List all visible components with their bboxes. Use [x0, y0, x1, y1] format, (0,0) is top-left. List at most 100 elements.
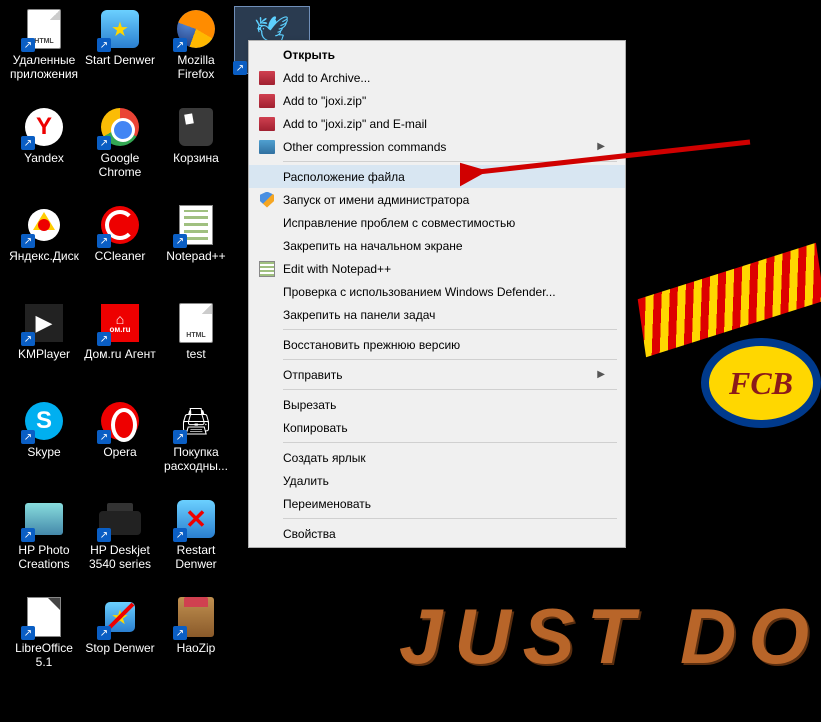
shortcut-overlay-icon: ↗ [21, 332, 35, 346]
app-icon: ↗ [23, 204, 65, 246]
desktop-icon[interactable]: ↗ Mozilla Firefox [158, 6, 234, 92]
menu-item[interactable]: Запуск от имени администратора [249, 188, 625, 211]
shortcut-overlay-icon: ↗ [173, 234, 187, 248]
desktop-icon[interactable]: Y ↗ Yandex [6, 104, 82, 190]
desktop-icon[interactable]: ↗ HP Photo Creations [6, 496, 82, 582]
desktop-icon[interactable]: ↗ Opera [82, 398, 158, 484]
desktop-icon[interactable]: HTML test [158, 300, 234, 386]
menu-item-label: Исправление проблем с совместимостью [283, 216, 605, 230]
app-icon: ↗ [99, 400, 141, 442]
icon-label: Notepad++ [164, 250, 227, 264]
desktop-icon[interactable]: 🖨 ↗ Покупка расходны... [158, 398, 234, 484]
app-icon: ↗ [23, 596, 65, 638]
shortcut-overlay-icon: ↗ [173, 528, 187, 542]
desktop-icon[interactable]: HTML ↗ Удаленные приложения [6, 6, 82, 92]
desktop-icon[interactable]: ↗ CCleaner [82, 202, 158, 288]
app-icon: HTML ↗ [23, 8, 65, 50]
menu-separator [283, 442, 617, 443]
menu-item[interactable]: Восстановить прежнюю версию [249, 333, 625, 356]
badge-stripes [638, 243, 821, 357]
icon-label: Удаленные приложения [6, 54, 82, 82]
app-icon: ↗ [175, 8, 217, 50]
menu-item[interactable]: Edit with Notepad++ [249, 257, 625, 280]
menu-item[interactable]: Создать ярлык [249, 446, 625, 469]
desktop-icon[interactable]: ↗ Google Chrome [82, 104, 158, 190]
icon-label: Skype [25, 446, 62, 460]
desktop[interactable]: JUST DO FCB HTML ↗ Удаленные приложения … [0, 0, 821, 722]
menu-item-label: Закрепить на начальном экране [283, 239, 605, 253]
icon-label: Mozilla Firefox [158, 54, 234, 82]
app-icon: Y ↗ [23, 106, 65, 148]
menu-item-label: Other compression commands [283, 140, 597, 154]
menu-item[interactable]: Проверка с использованием Windows Defend… [249, 280, 625, 303]
app-icon: ↗ [23, 498, 65, 540]
menu-item[interactable]: Копировать [249, 416, 625, 439]
menu-item-label: Копировать [283, 421, 605, 435]
shortcut-overlay-icon: ↗ [21, 528, 35, 542]
wallpaper-badge: FCB [651, 310, 821, 430]
menu-separator [283, 359, 617, 360]
icon-label: Stop Denwer [83, 642, 156, 656]
menu-item-label: Add to Archive... [283, 71, 605, 85]
desktop-icon[interactable]: ↗ Яндекс.Диск [6, 202, 82, 288]
menu-item-label: Восстановить прежнюю версию [283, 338, 605, 352]
desktop-icon[interactable]: ★ ↗ Stop Denwer [82, 594, 158, 680]
menu-item-label: Проверка с использованием Windows Defend… [283, 285, 605, 299]
menu-item[interactable]: Отправить ▶ [249, 363, 625, 386]
menu-item[interactable]: Расположение файла [249, 165, 625, 188]
shortcut-overlay-icon: ↗ [173, 430, 187, 444]
menu-item[interactable]: Вырезать [249, 393, 625, 416]
extract-icon [259, 140, 275, 154]
archive-icon [259, 117, 275, 131]
menu-item[interactable]: Переименовать [249, 492, 625, 515]
shortcut-overlay-icon: ↗ [97, 528, 111, 542]
menu-item[interactable]: Удалить [249, 469, 625, 492]
shortcut-overlay-icon: ↗ [21, 626, 35, 640]
menu-item-label: Удалить [283, 474, 605, 488]
app-icon: ↗ [99, 106, 141, 148]
badge-circle: FCB [701, 338, 821, 428]
desktop-icon[interactable]: Корзина [158, 104, 234, 190]
menu-item[interactable]: Открыть [249, 43, 625, 66]
shortcut-overlay-icon: ↗ [21, 136, 35, 150]
menu-item-label: Add to "joxi.zip" and E-mail [283, 117, 605, 131]
menu-item-label: Вырезать [283, 398, 605, 412]
shortcut-overlay-icon: ↗ [97, 234, 111, 248]
archive-icon [259, 71, 275, 85]
menu-item-label: Закрепить на панели задач [283, 308, 605, 322]
shortcut-overlay-icon: ↗ [173, 626, 187, 640]
icon-label: Покупка расходны... [158, 446, 234, 474]
icon-label: Дом.ru Агент [82, 348, 157, 362]
desktop-icon[interactable]: ↗ Restart Denwer [158, 496, 234, 582]
icon-label: HaoZip [175, 642, 218, 656]
icon-label: CCleaner [93, 250, 148, 264]
desktop-icon[interactable]: ⌂ом.ru ↗ Дом.ru Агент [82, 300, 158, 386]
app-icon: HTML [175, 302, 217, 344]
menu-item[interactable]: Other compression commands ▶ [249, 135, 625, 158]
shortcut-overlay-icon: ↗ [97, 136, 111, 150]
menu-separator [283, 329, 617, 330]
menu-item[interactable]: Add to "joxi.zip" [249, 89, 625, 112]
app-icon: ↗ [99, 498, 141, 540]
menu-separator [283, 161, 617, 162]
icon-label: LibreOffice 5.1 [6, 642, 82, 670]
shortcut-overlay-icon: ↗ [173, 38, 187, 52]
menu-item-label: Открыть [283, 48, 605, 62]
desktop-icon[interactable]: ▶ ↗ KMPlayer [6, 300, 82, 386]
desktop-icon[interactable]: ↗ HaoZip [158, 594, 234, 680]
menu-item[interactable]: Закрепить на панели задач [249, 303, 625, 326]
menu-item[interactable]: Свойства [249, 522, 625, 545]
menu-item[interactable]: Закрепить на начальном экране [249, 234, 625, 257]
desktop-icon[interactable]: ↗ LibreOffice 5.1 [6, 594, 82, 680]
chevron-right-icon: ▶ [597, 141, 605, 152]
menu-item[interactable]: Add to "joxi.zip" and E-mail [249, 112, 625, 135]
icon-label: test [184, 348, 207, 362]
notepad-icon [259, 261, 275, 277]
desktop-icon[interactable]: ↗ Notepad++ [158, 202, 234, 288]
menu-item[interactable]: Add to Archive... [249, 66, 625, 89]
menu-item[interactable]: Исправление проблем с совместимостью [249, 211, 625, 234]
desktop-icon[interactable]: S ↗ Skype [6, 398, 82, 484]
desktop-icon[interactable]: ↗ HP Deskjet 3540 series [82, 496, 158, 582]
desktop-icon[interactable]: ★ ↗ Start Denwer [82, 6, 158, 92]
menu-item-label: Запуск от имени администратора [283, 193, 605, 207]
